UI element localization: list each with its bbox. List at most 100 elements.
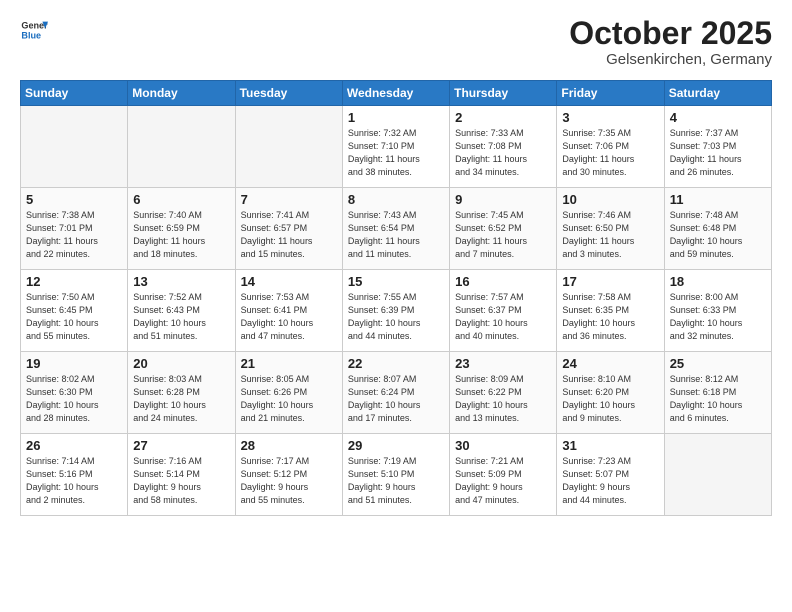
day-number: 1 bbox=[348, 110, 444, 125]
day-number: 29 bbox=[348, 438, 444, 453]
day-cell-3-0: 19 Sunrise: 8:02 AM Sunset: 6:30 PM Dayli… bbox=[21, 352, 128, 434]
day-number: 14 bbox=[241, 274, 337, 289]
day-info: Sunrise: 7:19 AM Sunset: 5:10 PM Dayligh… bbox=[348, 455, 444, 507]
day-number: 30 bbox=[455, 438, 551, 453]
calendar-header-row: Sunday Monday Tuesday Wednesday Thursday… bbox=[21, 81, 772, 106]
logo-icon: General Blue bbox=[20, 16, 48, 44]
day-info: Sunrise: 7:33 AM Sunset: 7:08 PM Dayligh… bbox=[455, 127, 551, 179]
day-number: 25 bbox=[670, 356, 766, 371]
title-block: October 2025 Gelsenkirchen, Germany bbox=[569, 16, 772, 68]
day-number: 19 bbox=[26, 356, 122, 371]
day-info: Sunrise: 7:23 AM Sunset: 5:07 PM Dayligh… bbox=[562, 455, 658, 507]
day-cell-4-0: 26Sunrise: 7:14 AM Sunset: 5:16 PM Dayli… bbox=[21, 434, 128, 516]
header: General Blue October 2025 Gelsenkirchen,… bbox=[20, 16, 772, 68]
day-cell-2-2: 14Sunrise: 7:53 AM Sunset: 6:41 PM Dayli… bbox=[235, 270, 342, 352]
day-number: 9 bbox=[455, 192, 551, 207]
day-number: 22 bbox=[348, 356, 444, 371]
day-number: 16 bbox=[455, 274, 551, 289]
day-number: 21 bbox=[241, 356, 337, 371]
day-cell-3-5: 24Sunrise: 8:10 AM Sunset: 6:20 PM Dayli… bbox=[557, 352, 664, 434]
col-tuesday: Tuesday bbox=[235, 81, 342, 106]
day-info: Sunrise: 8:00 AM Sunset: 6:33 PM Dayligh… bbox=[670, 291, 766, 343]
day-cell-2-3: 15 Sunrise: 7:55 AM Sunset: 6:39 PM Dayli… bbox=[342, 270, 449, 352]
day-number: 2 bbox=[455, 110, 551, 125]
day-cell-3-1: 20 Sunrise: 8:03 AM Sunset: 6:28 PM Dayli… bbox=[128, 352, 235, 434]
day-info: Sunrise: 7:32 AM Sunset: 7:10 PM Dayligh… bbox=[348, 127, 444, 179]
day-cell-4-4: 30 Sunrise: 7:21 AM Sunset: 5:09 PM Dayli… bbox=[450, 434, 557, 516]
day-cell-4-6 bbox=[664, 434, 771, 516]
location-title: Gelsenkirchen, Germany bbox=[569, 51, 772, 68]
day-info: Sunrise: 8:03 AM Sunset: 6:28 PM Dayligh… bbox=[133, 373, 229, 425]
day-number: 7 bbox=[241, 192, 337, 207]
day-info: Sunrise: 7:41 AM Sunset: 6:57 PM Dayligh… bbox=[241, 209, 337, 261]
day-cell-1-4: 9 Sunrise: 7:45 AM Sunset: 6:52 PM Daylig… bbox=[450, 188, 557, 270]
day-cell-2-6: 18 Sunrise: 8:00 AM Sunset: 6:33 PM Dayli… bbox=[664, 270, 771, 352]
day-info: Sunrise: 8:12 AM Sunset: 6:18 PM Dayligh… bbox=[670, 373, 766, 425]
day-cell-1-6: 11 Sunrise: 7:48 AM Sunset: 6:48 PM Dayli… bbox=[664, 188, 771, 270]
day-info: Sunrise: 7:37 AM Sunset: 7:03 PM Dayligh… bbox=[670, 127, 766, 179]
logo: General Blue bbox=[20, 16, 48, 44]
day-number: 3 bbox=[562, 110, 658, 125]
day-cell-3-2: 21Sunrise: 8:05 AM Sunset: 6:26 PM Dayli… bbox=[235, 352, 342, 434]
col-thursday: Thursday bbox=[450, 81, 557, 106]
day-number: 4 bbox=[670, 110, 766, 125]
day-number: 10 bbox=[562, 192, 658, 207]
day-number: 11 bbox=[670, 192, 766, 207]
day-cell-0-3: 1 Sunrise: 7:32 AM Sunset: 7:10 PM Daylig… bbox=[342, 106, 449, 188]
day-info: Sunrise: 8:07 AM Sunset: 6:24 PM Dayligh… bbox=[348, 373, 444, 425]
day-info: Sunrise: 7:43 AM Sunset: 6:54 PM Dayligh… bbox=[348, 209, 444, 261]
day-info: Sunrise: 7:16 AM Sunset: 5:14 PM Dayligh… bbox=[133, 455, 229, 507]
day-cell-3-6: 25 Sunrise: 8:12 AM Sunset: 6:18 PM Dayli… bbox=[664, 352, 771, 434]
day-info: Sunrise: 7:55 AM Sunset: 6:39 PM Dayligh… bbox=[348, 291, 444, 343]
day-info: Sunrise: 8:02 AM Sunset: 6:30 PM Dayligh… bbox=[26, 373, 122, 425]
day-info: Sunrise: 7:17 AM Sunset: 5:12 PM Dayligh… bbox=[241, 455, 337, 507]
day-info: Sunrise: 7:52 AM Sunset: 6:43 PM Dayligh… bbox=[133, 291, 229, 343]
day-number: 23 bbox=[455, 356, 551, 371]
day-cell-2-1: 13Sunrise: 7:52 AM Sunset: 6:43 PM Dayli… bbox=[128, 270, 235, 352]
day-cell-2-0: 12 Sunrise: 7:50 AM Sunset: 6:45 PM Dayli… bbox=[21, 270, 128, 352]
day-info: Sunrise: 7:45 AM Sunset: 6:52 PM Dayligh… bbox=[455, 209, 551, 261]
day-cell-4-1: 27 Sunrise: 7:16 AM Sunset: 5:14 PM Dayli… bbox=[128, 434, 235, 516]
svg-text:Blue: Blue bbox=[21, 30, 41, 40]
day-cell-4-5: 31Sunrise: 7:23 AM Sunset: 5:07 PM Dayli… bbox=[557, 434, 664, 516]
day-info: Sunrise: 7:38 AM Sunset: 7:01 PM Dayligh… bbox=[26, 209, 122, 261]
day-number: 20 bbox=[133, 356, 229, 371]
day-cell-0-0 bbox=[21, 106, 128, 188]
day-cell-0-2 bbox=[235, 106, 342, 188]
day-number: 8 bbox=[348, 192, 444, 207]
week-row-5: 26Sunrise: 7:14 AM Sunset: 5:16 PM Dayli… bbox=[21, 434, 772, 516]
day-cell-3-4: 23Sunrise: 8:09 AM Sunset: 6:22 PM Dayli… bbox=[450, 352, 557, 434]
day-number: 15 bbox=[348, 274, 444, 289]
day-cell-1-0: 5Sunrise: 7:38 AM Sunset: 7:01 PM Daylig… bbox=[21, 188, 128, 270]
day-info: Sunrise: 7:58 AM Sunset: 6:35 PM Dayligh… bbox=[562, 291, 658, 343]
col-friday: Friday bbox=[557, 81, 664, 106]
day-number: 24 bbox=[562, 356, 658, 371]
month-title: October 2025 bbox=[569, 16, 772, 51]
day-cell-4-3: 29 Sunrise: 7:19 AM Sunset: 5:10 PM Dayli… bbox=[342, 434, 449, 516]
day-cell-1-5: 10 Sunrise: 7:46 AM Sunset: 6:50 PM Dayli… bbox=[557, 188, 664, 270]
day-info: Sunrise: 7:40 AM Sunset: 6:59 PM Dayligh… bbox=[133, 209, 229, 261]
day-cell-0-6: 4 Sunrise: 7:37 AM Sunset: 7:03 PM Daylig… bbox=[664, 106, 771, 188]
day-number: 6 bbox=[133, 192, 229, 207]
day-number: 12 bbox=[26, 274, 122, 289]
day-info: Sunrise: 7:21 AM Sunset: 5:09 PM Dayligh… bbox=[455, 455, 551, 507]
day-number: 27 bbox=[133, 438, 229, 453]
day-cell-1-1: 6 Sunrise: 7:40 AM Sunset: 6:59 PM Daylig… bbox=[128, 188, 235, 270]
day-number: 17 bbox=[562, 274, 658, 289]
day-info: Sunrise: 7:50 AM Sunset: 6:45 PM Dayligh… bbox=[26, 291, 122, 343]
week-row-4: 19 Sunrise: 8:02 AM Sunset: 6:30 PM Dayli… bbox=[21, 352, 772, 434]
day-cell-0-4: 2 Sunrise: 7:33 AM Sunset: 7:08 PM Daylig… bbox=[450, 106, 557, 188]
day-info: Sunrise: 7:14 AM Sunset: 5:16 PM Dayligh… bbox=[26, 455, 122, 507]
day-cell-1-3: 8 Sunrise: 7:43 AM Sunset: 6:54 PM Daylig… bbox=[342, 188, 449, 270]
day-cell-4-2: 28Sunrise: 7:17 AM Sunset: 5:12 PM Dayli… bbox=[235, 434, 342, 516]
week-row-3: 12 Sunrise: 7:50 AM Sunset: 6:45 PM Dayli… bbox=[21, 270, 772, 352]
day-cell-1-2: 7 Sunrise: 7:41 AM Sunset: 6:57 PM Daylig… bbox=[235, 188, 342, 270]
week-row-2: 5Sunrise: 7:38 AM Sunset: 7:01 PM Daylig… bbox=[21, 188, 772, 270]
col-monday: Monday bbox=[128, 81, 235, 106]
day-number: 18 bbox=[670, 274, 766, 289]
day-info: Sunrise: 7:46 AM Sunset: 6:50 PM Dayligh… bbox=[562, 209, 658, 261]
day-info: Sunrise: 7:48 AM Sunset: 6:48 PM Dayligh… bbox=[670, 209, 766, 261]
col-wednesday: Wednesday bbox=[342, 81, 449, 106]
day-cell-2-5: 17 Sunrise: 7:58 AM Sunset: 6:35 PM Dayli… bbox=[557, 270, 664, 352]
col-saturday: Saturday bbox=[664, 81, 771, 106]
